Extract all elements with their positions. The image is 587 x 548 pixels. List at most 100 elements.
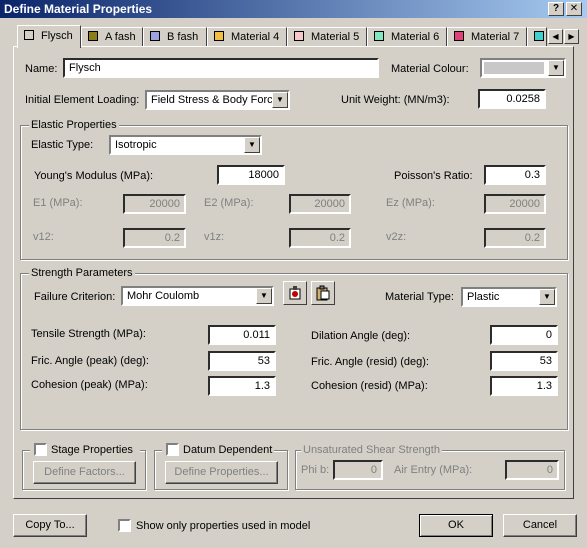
- material-colour-label: Material Colour:: [391, 63, 469, 75]
- e2-input[interactable]: 20000: [289, 194, 351, 214]
- chevron-down-icon[interactable]: ▼: [244, 137, 260, 153]
- tab-b-fash[interactable]: B fash: [143, 27, 207, 47]
- tab-scroll-right-icon[interactable]: ▶: [564, 29, 579, 44]
- phi-b-input[interactable]: 0: [333, 460, 383, 480]
- material-color-swatch: [374, 31, 384, 41]
- ez-label: Ez (MPa):: [386, 197, 435, 209]
- v2z-input[interactable]: 0.2: [484, 228, 546, 248]
- unsaturated-shear-title: Unsaturated Shear Strength: [301, 444, 442, 457]
- elastic-type-label: Elastic Type:: [31, 139, 94, 151]
- material-color-swatch: [534, 31, 544, 41]
- show-only-used-checkbox[interactable]: [118, 519, 131, 532]
- ok-button[interactable]: OK: [419, 514, 493, 537]
- fric-angle-peak-input[interactable]: 53: [208, 351, 276, 371]
- tab-label: Material 5: [311, 31, 360, 43]
- failure-criterion-label: Failure Criterion:: [34, 291, 116, 303]
- poissons-ratio-input[interactable]: 0.3: [484, 165, 546, 185]
- air-entry-input[interactable]: 0: [505, 460, 559, 480]
- edit-criterion-icon[interactable]: [283, 281, 307, 305]
- tab-material-4[interactable]: Material 4: [207, 27, 287, 47]
- elastic-type-value: Isotropic: [115, 139, 157, 151]
- tensile-strength-label: Tensile Strength (MPa):: [31, 328, 146, 340]
- colour-preview: [484, 62, 544, 74]
- initial-loading-label: Initial Element Loading:: [25, 94, 140, 106]
- tab-label: A fash: [105, 31, 136, 43]
- chevron-down-icon[interactable]: ▼: [548, 60, 564, 76]
- v1z-label: v1z:: [204, 231, 225, 243]
- chevron-down-icon[interactable]: ▼: [272, 92, 288, 108]
- stage-properties-label: Stage Properties: [51, 444, 133, 456]
- material-color-swatch: [294, 31, 304, 41]
- show-only-used-label: Show only properties used in model: [136, 520, 311, 532]
- fric-angle-resid-input[interactable]: 53: [490, 351, 558, 371]
- strength-parameters-title: Strength Parameters: [29, 267, 135, 280]
- tab-label: Material 4: [231, 31, 280, 43]
- e1-label: E1 (MPa):: [33, 197, 83, 209]
- tab-a-fash[interactable]: A fash: [81, 27, 143, 47]
- name-label: Name:: [25, 63, 58, 75]
- stage-properties-checkbox[interactable]: [34, 443, 47, 456]
- material-type-label: Material Type:: [385, 291, 454, 303]
- cohesion-resid-label: Cohesion (resid) (MPa):: [311, 380, 428, 392]
- unit-weight-input[interactable]: 0.0258: [478, 89, 546, 109]
- tab-label: Flysch: [41, 30, 73, 42]
- tab-material-5[interactable]: Material 5: [287, 27, 367, 47]
- v1z-input[interactable]: 0.2: [289, 228, 351, 248]
- tab-material-6[interactable]: Material 6: [367, 27, 447, 47]
- material-color-swatch: [454, 31, 464, 41]
- unit-weight-label: Unit Weight: (MN/m3):: [341, 94, 450, 106]
- paste-criterion-icon[interactable]: [311, 281, 335, 305]
- initial-loading-value: Field Stress & Body Force: [151, 94, 279, 106]
- material-type-value: Plastic: [467, 291, 500, 303]
- material-type-select[interactable]: Plastic ▼: [461, 287, 557, 307]
- initial-loading-select[interactable]: Field Stress & Body Force ▼: [145, 90, 290, 110]
- datum-dependent-label: Datum Dependent: [183, 444, 273, 456]
- e2-label: E2 (MPa):: [204, 197, 254, 209]
- define-factors-button[interactable]: Define Factors...: [33, 461, 136, 484]
- cohesion-resid-input[interactable]: 1.3: [490, 376, 558, 396]
- v12-label: v12:: [33, 231, 54, 243]
- tab-flysch[interactable]: Flysch: [17, 25, 81, 48]
- poissons-ratio-label: Poisson's Ratio:: [394, 170, 473, 182]
- youngs-modulus-input[interactable]: 18000: [217, 165, 285, 185]
- tab-scroll-left-icon[interactable]: ◀: [548, 29, 563, 44]
- material-color-swatch: [150, 31, 160, 41]
- failure-criterion-select[interactable]: Mohr Coulomb ▼: [121, 286, 274, 306]
- cohesion-peak-input[interactable]: 1.3: [208, 376, 276, 396]
- ez-input[interactable]: 20000: [484, 194, 546, 214]
- elastic-type-select[interactable]: Isotropic ▼: [109, 135, 262, 155]
- phi-b-label: Phi b:: [301, 464, 330, 476]
- tab-label: Material 6: [391, 31, 440, 43]
- close-button[interactable]: ✕: [566, 2, 582, 16]
- tab-material-8[interactable]: [527, 27, 547, 47]
- dilation-angle-label: Dilation Angle (deg):: [311, 330, 411, 342]
- air-entry-label: Air Entry (MPa):: [394, 464, 473, 476]
- elastic-properties-title: Elastic Properties: [29, 119, 119, 132]
- stage-properties-header: Stage Properties: [30, 443, 140, 457]
- title-bar: Define Material Properties: [0, 0, 587, 18]
- material-colour-select[interactable]: ▼: [480, 58, 566, 78]
- datum-dependent-header: Datum Dependent: [162, 443, 274, 457]
- cancel-button[interactable]: Cancel: [503, 514, 577, 537]
- failure-criterion-value: Mohr Coulomb: [127, 290, 200, 302]
- datum-dependent-checkbox[interactable]: [166, 443, 179, 456]
- tensile-strength-input[interactable]: 0.011: [208, 325, 276, 345]
- tab-material-7[interactable]: Material 7: [447, 27, 527, 47]
- fric-angle-peak-label: Fric. Angle (peak) (deg):: [31, 355, 149, 367]
- material-color-swatch: [214, 31, 224, 41]
- name-input[interactable]: Flysch: [63, 58, 379, 78]
- youngs-modulus-label: Young's Modulus (MPa):: [34, 170, 154, 182]
- chevron-down-icon[interactable]: ▼: [256, 288, 272, 304]
- copy-to-button[interactable]: Copy To...: [13, 514, 87, 537]
- v2z-label: v2z:: [386, 231, 407, 243]
- tab-label: B fash: [167, 31, 199, 43]
- tab-label: Material 7: [471, 31, 520, 43]
- dilation-angle-input[interactable]: 0: [490, 325, 558, 345]
- chevron-down-icon[interactable]: ▼: [539, 289, 555, 305]
- help-button[interactable]: ?: [548, 2, 564, 16]
- e1-input[interactable]: 20000: [123, 194, 186, 214]
- window-title: Define Material Properties: [4, 2, 153, 16]
- material-color-swatch: [88, 31, 98, 41]
- define-properties-button[interactable]: Define Properties...: [165, 461, 278, 484]
- v12-input[interactable]: 0.2: [123, 228, 186, 248]
